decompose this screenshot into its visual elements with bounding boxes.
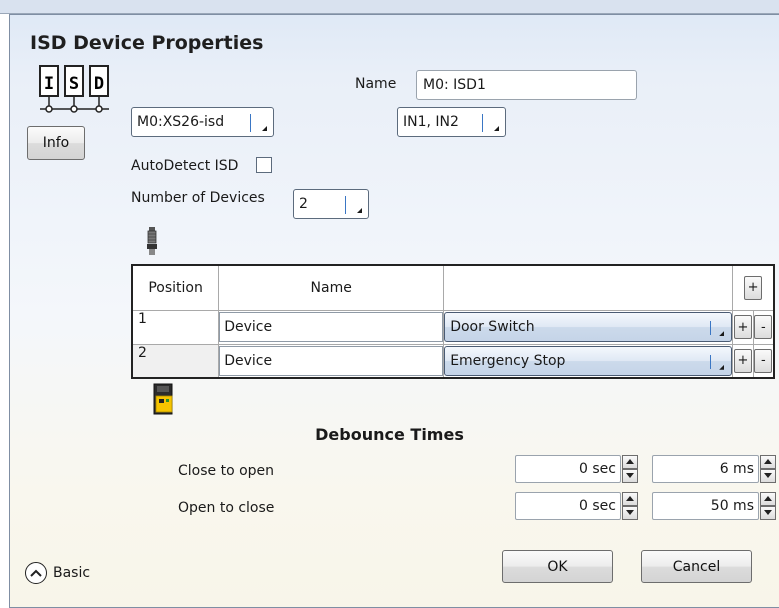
- insert-row-button[interactable]: +: [734, 315, 752, 339]
- position-cell: 2: [131, 343, 220, 379]
- info-button[interactable]: Info: [27, 126, 85, 160]
- stepper-arrows: [760, 492, 776, 520]
- position-value: 2: [138, 344, 147, 361]
- name-cell: Device: [218, 343, 445, 379]
- module-select[interactable]: M0:XS26-isd: [131, 107, 274, 137]
- remove-cell: -: [752, 343, 775, 379]
- window-top-strip: [0, 0, 779, 14]
- open-to-close-sec-value[interactable]: 0 sec: [515, 492, 621, 520]
- name-label: Name: [355, 76, 397, 92]
- type-cell: Emergency Stop: [443, 343, 734, 379]
- remove-cell: -: [752, 309, 775, 345]
- module-select-divider: [250, 114, 251, 132]
- position-cell: 1: [131, 309, 220, 345]
- decrement-icon[interactable]: [622, 506, 638, 520]
- autodetect-checkbox[interactable]: [256, 157, 272, 173]
- name-cell: Device: [218, 309, 445, 345]
- safety-device-icon: [153, 383, 173, 415]
- chevron-up-icon: [25, 562, 47, 584]
- device-name-input[interactable]: Device: [219, 345, 444, 376]
- column-header-actions: +: [732, 264, 775, 311]
- insert-cell: +: [732, 309, 754, 345]
- decrement-icon[interactable]: [760, 506, 776, 520]
- dropdown-arrow-icon: [494, 126, 499, 131]
- num-devices-label: Number of Devices: [131, 190, 265, 206]
- device-type-select[interactable]: Emergency Stop: [444, 345, 733, 376]
- inputs-select-value: IN1, IN2: [403, 114, 459, 130]
- debounce-times-title: Debounce Times: [315, 425, 464, 444]
- svg-text:D: D: [94, 74, 104, 94]
- type-cell: Door Switch: [443, 309, 734, 345]
- device-type-divider: [710, 321, 712, 335]
- num-devices-select[interactable]: 2: [293, 189, 369, 219]
- basic-toggle[interactable]: Basic: [25, 562, 90, 584]
- close-to-open-label: Close to open: [178, 463, 275, 479]
- sensor-plug-icon: [147, 227, 157, 255]
- device-name-input[interactable]: Device: [219, 312, 444, 342]
- increment-icon[interactable]: [760, 455, 776, 469]
- dropdown-arrow-icon: [262, 126, 267, 131]
- open-to-close-label: Open to close: [178, 500, 275, 516]
- ok-button[interactable]: OK: [502, 550, 613, 583]
- column-header-name: Name: [218, 264, 445, 311]
- column-header-position: Position: [131, 264, 220, 311]
- device-type-value: Emergency Stop: [450, 352, 566, 369]
- cancel-button[interactable]: Cancel: [641, 550, 752, 583]
- dialog-title: ISD Device Properties: [30, 32, 264, 54]
- table-header-row: Position Name +: [131, 264, 775, 311]
- inputs-select[interactable]: IN1, IN2: [397, 107, 506, 137]
- svg-text:I: I: [44, 74, 54, 94]
- position-value: 1: [138, 310, 147, 327]
- insert-cell: +: [732, 343, 754, 379]
- close-to-open-ms-value[interactable]: 6 ms: [652, 455, 759, 483]
- stepper-arrows: [760, 455, 776, 483]
- close-to-open-sec-stepper[interactable]: 0 sec: [515, 455, 638, 483]
- decrement-icon[interactable]: [760, 469, 776, 483]
- add-row-button[interactable]: +: [744, 275, 763, 300]
- num-devices-divider: [345, 196, 346, 214]
- dropdown-arrow-icon: [719, 364, 725, 370]
- remove-row-button[interactable]: -: [754, 315, 773, 339]
- num-devices-value: 2: [299, 196, 308, 212]
- table-row: 2 Device Emergency Stop + -: [131, 343, 775, 379]
- open-to-close-ms-stepper[interactable]: 50 ms: [652, 492, 776, 520]
- close-to-open-ms-stepper[interactable]: 6 ms: [652, 455, 776, 483]
- stepper-arrows: [622, 492, 638, 520]
- increment-icon[interactable]: [622, 455, 638, 469]
- device-type-divider: [710, 354, 712, 369]
- stepper-arrows: [622, 455, 638, 483]
- device-type-select[interactable]: Door Switch: [444, 312, 733, 342]
- module-select-value: M0:XS26-isd: [137, 114, 225, 130]
- dropdown-arrow-icon: [719, 331, 725, 336]
- insert-row-button[interactable]: +: [734, 348, 752, 373]
- close-to-open-sec-value[interactable]: 0 sec: [515, 455, 621, 483]
- dropdown-arrow-icon: [357, 208, 362, 213]
- decrement-icon[interactable]: [622, 469, 638, 483]
- open-to-close-ms-value[interactable]: 50 ms: [652, 492, 759, 520]
- remove-row-button[interactable]: -: [754, 348, 773, 373]
- increment-icon[interactable]: [760, 492, 776, 506]
- table-row: 1 Device Door Switch + -: [131, 309, 775, 345]
- isd-chain-icon: I S D: [39, 65, 109, 113]
- autodetect-label: AutoDetect ISD: [131, 158, 239, 174]
- inputs-select-divider: [482, 114, 483, 132]
- basic-label: Basic: [53, 565, 91, 581]
- column-header-type: [443, 264, 734, 311]
- increment-icon[interactable]: [622, 492, 638, 506]
- device-type-value: Door Switch: [450, 319, 535, 335]
- name-input[interactable]: M0: ISD1: [416, 70, 637, 100]
- devices-table: Position Name + 1 Device Door Switch + -: [131, 264, 775, 379]
- svg-text:S: S: [69, 74, 79, 94]
- open-to-close-sec-stepper[interactable]: 0 sec: [515, 492, 638, 520]
